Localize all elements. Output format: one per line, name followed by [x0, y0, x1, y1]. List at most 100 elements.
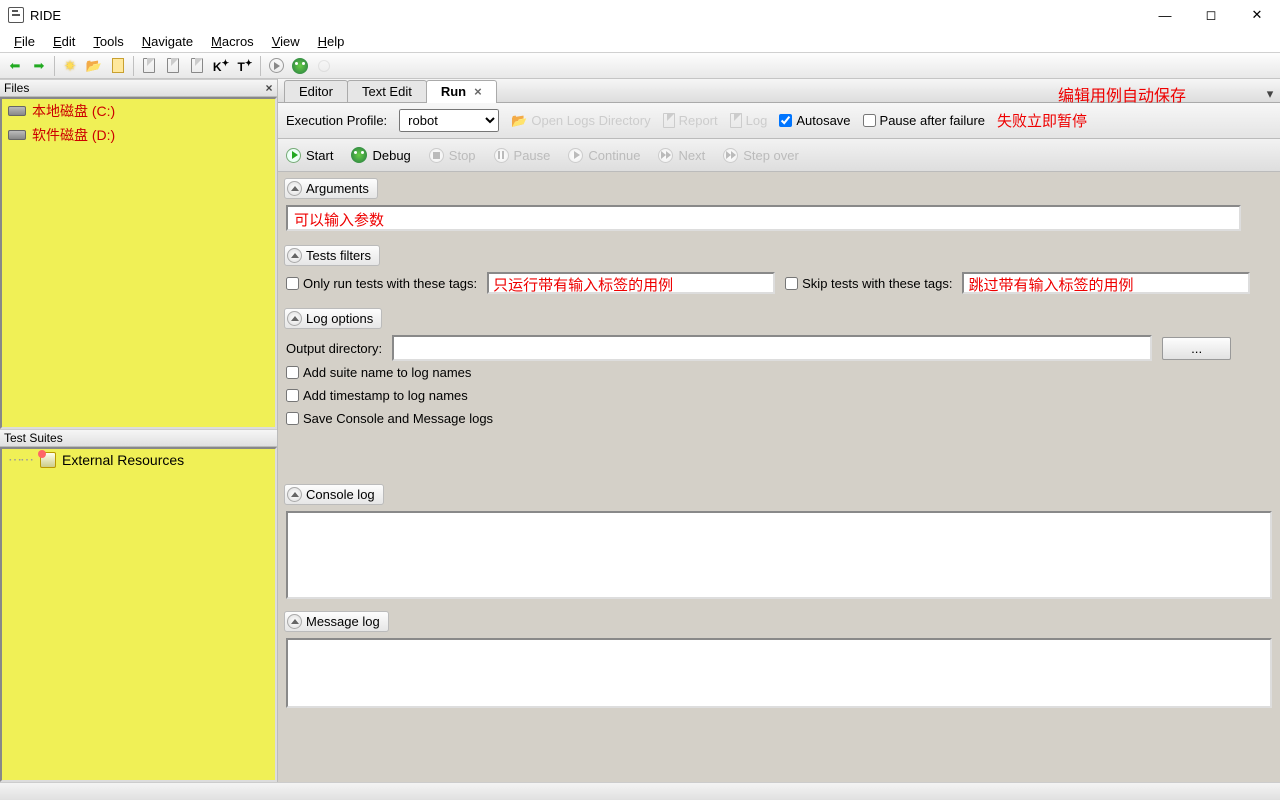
browse-button[interactable]: ... [1162, 337, 1231, 360]
new-icon[interactable]: ✷ [59, 55, 81, 77]
toolbar: ⬅ ➡ ✷ 📂 K✦ T✦ [0, 52, 1280, 79]
menu-macros[interactable]: Macros [203, 32, 262, 51]
log-icon [730, 113, 742, 128]
files-tree[interactable]: 本地磁盘 (C:) 软件磁盘 (D:) [0, 97, 277, 429]
menu-tools[interactable]: Tools [85, 32, 131, 51]
suites-title: Test Suites [4, 431, 63, 445]
log-options-body: Output directory: ... Add suite name to … [278, 333, 1280, 438]
drive-item[interactable]: 软件磁盘 (D:) [2, 123, 275, 147]
pause-after-failure-checkbox[interactable]: Pause after failure [863, 113, 986, 128]
minimize-button[interactable]: ― [1142, 0, 1188, 30]
controls-row: Start Debug Stop Pause Continue Next Ste… [278, 139, 1280, 172]
files-title: Files [4, 81, 29, 95]
start-button[interactable]: Start [286, 148, 333, 163]
autosave-checkbox[interactable]: Autosave [779, 113, 850, 128]
stop-toolbar-icon [313, 55, 335, 77]
keyword-icon[interactable]: K✦ [210, 55, 232, 77]
app-icon [8, 7, 24, 23]
statusbar [0, 782, 1280, 800]
arguments-header[interactable]: Arguments [284, 178, 378, 199]
tab-text-edit[interactable]: Text Edit [347, 80, 427, 102]
arguments-body: 可以输入参数 [278, 203, 1280, 239]
menu-file[interactable]: File [6, 32, 43, 51]
doc2-icon[interactable] [162, 55, 184, 77]
debug-button[interactable]: Debug [351, 147, 410, 163]
stepover-button: Step over [723, 148, 799, 163]
report-link: Report [663, 113, 718, 128]
output-dir-input[interactable] [392, 335, 1152, 361]
window-title: RIDE [30, 8, 1142, 23]
run-icon[interactable] [265, 55, 287, 77]
testcase-icon[interactable]: T✦ [234, 55, 256, 77]
files-close-icon[interactable]: × [261, 81, 277, 95]
log-link: Log [730, 113, 768, 128]
files-panel: Files × 本地磁盘 (C:) 软件磁盘 (D:) [0, 79, 277, 429]
tab-run[interactable]: Run× [426, 80, 497, 103]
open-logs-link: 📂Open Logs Directory [511, 113, 650, 129]
file-icon[interactable] [107, 55, 129, 77]
suites-tree[interactable]: External Resources [0, 447, 277, 782]
only-run-tags-input[interactable]: 只运行带有输入标签的用例 [487, 272, 775, 294]
body: Files × 本地磁盘 (C:) 软件磁盘 (D:) Test Suites … [0, 79, 1280, 782]
tests-filters-body: Only run tests with these tags: 只运行带有输入标… [278, 270, 1280, 302]
disk-icon [8, 106, 26, 116]
tab-editor[interactable]: Editor [284, 80, 348, 102]
chevron-up-icon [287, 248, 302, 263]
suite-item[interactable]: External Resources [2, 449, 275, 470]
stop-button: Stop [429, 148, 476, 163]
add-timestamp-checkbox[interactable]: Add timestamp to log names [286, 388, 468, 403]
output-dir-label: Output directory: [286, 341, 382, 356]
next-button: Next [658, 148, 705, 163]
profile-select[interactable]: robot [399, 109, 499, 132]
main-pane: × Editor Text Edit Run× 编辑用例自动保存 ▾ Execu… [278, 79, 1280, 782]
execution-row: Execution Profile: robot 📂Open Logs Dire… [278, 103, 1280, 139]
chevron-up-icon [287, 311, 302, 326]
log-options-header[interactable]: Log options [284, 308, 382, 329]
menu-help[interactable]: Help [310, 32, 353, 51]
back-icon[interactable]: ⬅ [4, 55, 26, 77]
message-log-header[interactable]: Message log [284, 611, 389, 632]
suites-panel: Test Suites External Resources [0, 429, 277, 782]
autosave-annotation: 编辑用例自动保存 [1058, 82, 1186, 106]
console-log-header[interactable]: Console log [284, 484, 384, 505]
left-pane: Files × 本地磁盘 (C:) 软件磁盘 (D:) Test Suites … [0, 79, 278, 782]
tests-filters-header[interactable]: Tests filters [284, 245, 380, 266]
tab-menu-icon[interactable]: ▾ [1260, 86, 1280, 102]
arguments-input[interactable]: 可以输入参数 [286, 205, 1241, 231]
chevron-up-icon [287, 487, 302, 502]
files-header: Files × [0, 79, 277, 97]
menu-edit[interactable]: Edit [45, 32, 83, 51]
menu-navigate[interactable]: Navigate [134, 32, 201, 51]
pause-button: Pause [494, 148, 551, 163]
run-panel: Execution Profile: robot 📂Open Logs Dire… [278, 103, 1280, 782]
disk-icon [8, 130, 26, 140]
suites-header: Test Suites [0, 429, 277, 447]
profile-label: Execution Profile: [286, 113, 387, 128]
close-button[interactable]: ✕ [1234, 0, 1280, 30]
forward-icon[interactable]: ➡ [28, 55, 50, 77]
pause-annotation: 失败立即暂停 [997, 110, 1087, 131]
continue-button: Continue [568, 148, 640, 163]
only-run-checkbox[interactable]: Only run tests with these tags: [286, 276, 477, 291]
window: RIDE ― ◻ ✕ File Edit Tools Navigate Macr… [0, 0, 1280, 800]
menubar: File Edit Tools Navigate Macros View Hel… [0, 30, 1280, 52]
drive-item[interactable]: 本地磁盘 (C:) [2, 99, 275, 123]
doc1-icon[interactable] [138, 55, 160, 77]
resource-icon [40, 452, 56, 468]
maximize-button[interactable]: ◻ [1188, 0, 1234, 30]
save-console-checkbox[interactable]: Save Console and Message logs [286, 411, 493, 426]
open-icon[interactable]: 📂 [83, 55, 105, 77]
tab-row: Editor Text Edit Run× 编辑用例自动保存 ▾ [278, 79, 1280, 103]
doc3-icon[interactable] [186, 55, 208, 77]
chevron-up-icon [287, 181, 302, 196]
menu-view[interactable]: View [264, 32, 308, 51]
add-suite-checkbox[interactable]: Add suite name to log names [286, 365, 471, 380]
message-log-output[interactable] [286, 638, 1272, 708]
tab-close-icon[interactable]: × [474, 84, 482, 99]
report-icon [663, 113, 675, 128]
debug-icon[interactable] [289, 55, 311, 77]
skip-checkbox[interactable]: Skip tests with these tags: [785, 276, 952, 291]
console-log-output[interactable] [286, 511, 1272, 599]
titlebar: RIDE ― ◻ ✕ [0, 0, 1280, 30]
skip-tags-input[interactable]: 跳过带有输入标签的用例 [962, 272, 1250, 294]
